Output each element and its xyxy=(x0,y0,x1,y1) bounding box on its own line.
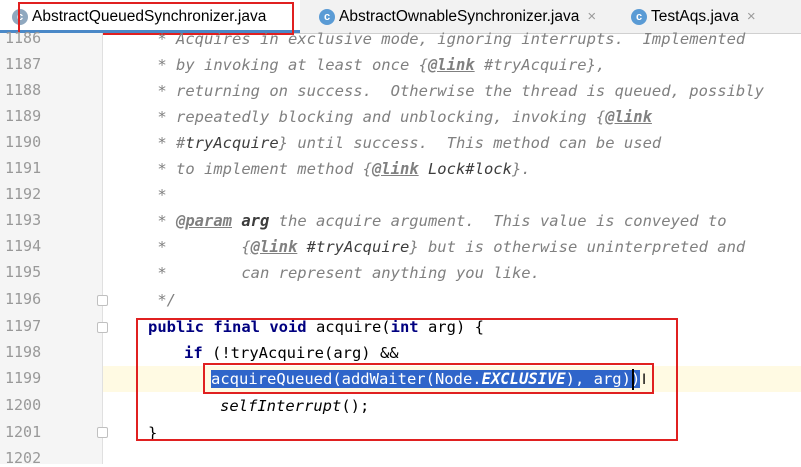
code-line-1195: * can represent anything you like. xyxy=(148,264,540,282)
selection-highlight-box xyxy=(203,363,654,394)
line-number: 1195 xyxy=(5,263,42,281)
code-line-1191: * to implement method {@link Lock#lock}. xyxy=(148,160,531,178)
fold-marker-icon[interactable] xyxy=(97,322,108,333)
code-line-1190: * #tryAcquire} until success. This metho… xyxy=(148,134,662,152)
code-editor[interactable]: 1186 1187 1188 1189 1190 1191 1192 1193 … xyxy=(0,0,801,467)
code-line-1189: * repeatedly blocking and unblocking, in… xyxy=(148,108,652,126)
code-line-1188: * returning on success. Otherwise the th… xyxy=(148,82,764,100)
line-number: 1193 xyxy=(5,211,42,229)
line-number: 1189 xyxy=(5,107,42,125)
code-line-1192: * xyxy=(148,186,167,204)
line-number: 1187 xyxy=(5,55,42,73)
line-number: 1198 xyxy=(5,343,42,361)
line-number: 1199 xyxy=(5,369,42,387)
line-number: 1191 xyxy=(5,159,42,177)
line-number: 1194 xyxy=(5,237,42,255)
fold-marker-icon[interactable] xyxy=(97,295,108,306)
code-line-1194: * {@link #tryAcquire} but is otherwise u… xyxy=(148,238,746,256)
code-line-1196: */ xyxy=(148,291,176,309)
line-number: 1196 xyxy=(5,290,42,308)
line-number: 1190 xyxy=(5,133,42,151)
code-line-1186: * Acquires in exclusive mode, ignoring i… xyxy=(148,30,746,48)
line-number: 1202 xyxy=(5,449,42,467)
line-number: 1200 xyxy=(5,396,42,414)
code-line-1187: * by invoking at least once {@link #tryA… xyxy=(148,56,606,74)
line-number: 1188 xyxy=(5,81,42,99)
code-line-1193: * @param arg the acquire argument. This … xyxy=(148,212,727,230)
line-number: 1201 xyxy=(5,423,42,441)
line-number: 1197 xyxy=(5,317,42,335)
line-number: 1192 xyxy=(5,185,42,203)
line-number: 1186 xyxy=(5,29,42,47)
fold-marker-icon[interactable] xyxy=(97,427,108,438)
